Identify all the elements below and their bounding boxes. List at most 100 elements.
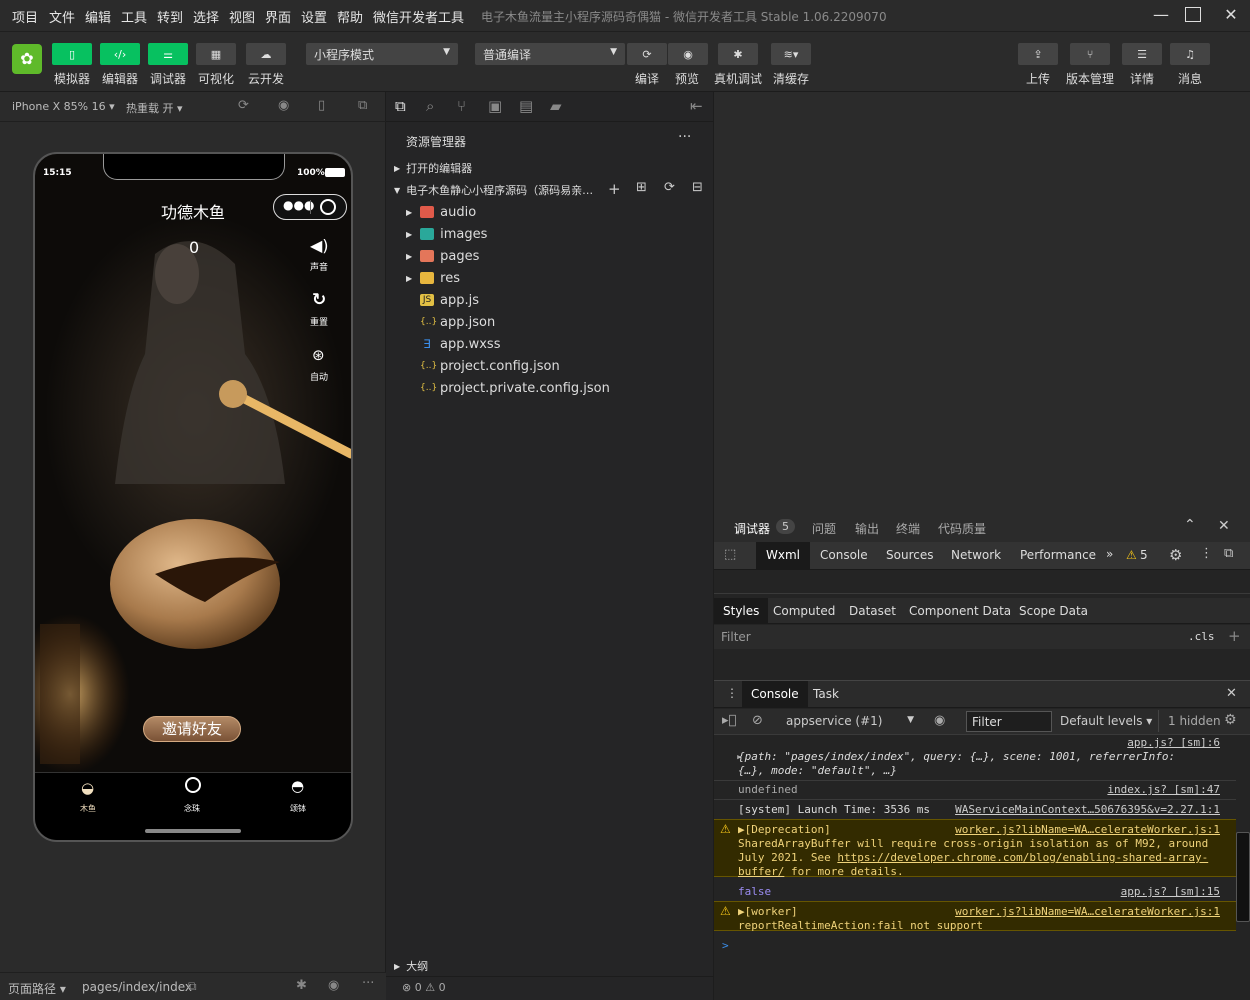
menu-goto[interactable]: 转到 — [157, 7, 183, 26]
minimize-button[interactable]: — — [1150, 5, 1172, 25]
bug-icon[interactable]: ✱ — [296, 978, 307, 993]
auto-icon[interactable]: ⊛ — [312, 346, 325, 364]
details-button[interactable]: ☰ — [1122, 43, 1162, 65]
source-control-icon[interactable]: ⑂ — [457, 97, 466, 115]
folder-pages[interactable]: ▶ pages — [406, 245, 479, 267]
page-path-label[interactable]: 页面路径 ▾ — [8, 980, 66, 997]
popout-icon[interactable]: ⧉ — [358, 98, 367, 113]
log-source[interactable]: WAServiceMainContext…50676395&v=2.27.1:1 — [955, 803, 1220, 816]
log-entry[interactable]: ▶[worker] — [738, 905, 798, 918]
search-icon[interactable]: ⌕ — [426, 97, 434, 115]
tab-debugger[interactable]: 调试器 — [734, 520, 770, 537]
files-icon[interactable]: ⧉ — [395, 97, 406, 115]
bowl-tab-icon[interactable]: ◓ — [291, 777, 304, 795]
scrollbar[interactable] — [1236, 832, 1250, 922]
menu-edit[interactable]: 编辑 — [85, 7, 111, 26]
beads-tab-icon[interactable] — [185, 777, 201, 793]
phone-icon[interactable]: ▯ — [318, 98, 325, 113]
visual-button[interactable]: ▦ — [196, 43, 236, 65]
compile-button[interactable]: ⟳ — [627, 43, 667, 65]
log-source[interactable]: worker.js?libName=WA…celerateWorker.js:1 — [955, 823, 1220, 836]
open-editors-section[interactable]: ▶ 打开的编辑器 — [394, 157, 472, 179]
file-app-js[interactable]: JS app.js — [420, 289, 479, 311]
file-app-wxss[interactable]: ∃ app.wxss — [420, 333, 500, 355]
sidebar-toggle-icon[interactable]: ▸⃞ — [722, 713, 736, 728]
preview-button[interactable]: ◉ — [668, 43, 708, 65]
gear-icon[interactable]: ⚙ — [1169, 546, 1182, 564]
upload-button[interactable]: ⇪ — [1018, 43, 1058, 65]
drawer-tab-task[interactable]: Task — [813, 687, 839, 701]
close-window-button[interactable]: ✕ — [1220, 5, 1242, 25]
chevron-up-icon[interactable]: ⌃ — [1184, 517, 1196, 533]
tab-woodfish[interactable]: 木鱼 — [80, 803, 96, 814]
compile-mode-select[interactable]: 普通编译 ▼ — [475, 43, 625, 65]
avatar[interactable]: ✿ — [12, 44, 42, 74]
stop-icon[interactable]: ◉ — [278, 98, 289, 113]
log-source[interactable]: worker.js?libName=WA…celerateWorker.js:1 — [955, 905, 1220, 918]
woodfish-tab-icon[interactable]: ◒ — [81, 779, 94, 797]
refresh-icon[interactable]: ⟳ — [664, 180, 675, 195]
console-filter-input[interactable]: Filter — [966, 711, 1052, 732]
gear-icon[interactable]: ⚙ — [1224, 712, 1237, 728]
outline-section[interactable]: ▶ 大纲 — [394, 955, 428, 977]
log-source[interactable]: app.js? [sm]:15 — [1121, 885, 1220, 898]
add-style-icon[interactable]: + — [1228, 627, 1241, 645]
close-icon[interactable]: ✕ — [1218, 518, 1230, 534]
menu-settings[interactable]: 设置 — [301, 7, 327, 26]
reset-icon[interactable]: ↻ — [312, 290, 326, 310]
levels-select[interactable]: Default levels ▾ — [1060, 714, 1152, 728]
more-icon[interactable]: ··· — [362, 976, 374, 991]
tab-console[interactable]: Console — [820, 548, 868, 562]
eye-icon[interactable]: ◉ — [934, 713, 945, 728]
layout-icon[interactable]: ▤ — [519, 97, 533, 115]
device-select[interactable]: iPhone X 85% 16 ▾ — [12, 100, 115, 113]
styles-filter-input[interactable]: Filter — [721, 630, 751, 644]
collapse-panel-icon[interactable]: ⇤ — [690, 97, 703, 115]
menu-interface[interactable]: 界面 — [265, 7, 291, 26]
tab-issues[interactable]: 问题 — [812, 520, 836, 537]
tab-terminal[interactable]: 终端 — [896, 520, 920, 537]
extensions-icon[interactable]: ▣ — [488, 97, 502, 115]
more-tabs-icon[interactable]: » — [1106, 547, 1113, 561]
menu-help[interactable]: 帮助 — [337, 7, 363, 26]
simulator-toggle-button[interactable]: ▯ — [52, 43, 92, 65]
eye-icon[interactable]: ◉ — [328, 978, 339, 993]
log-link[interactable]: buffer/ — [738, 865, 784, 878]
invite-friends-button[interactable]: 邀请好友 — [143, 716, 241, 742]
log-link[interactable]: https://developer.chrome.com/blog/enabli… — [837, 851, 1208, 864]
tab-performance[interactable]: Performance — [1020, 548, 1096, 562]
tab-wxml[interactable]: Wxml — [756, 542, 810, 570]
tab-beads[interactable]: 念珠 — [184, 803, 200, 814]
copy-icon[interactable]: ⧉ — [188, 979, 197, 994]
tab-styles[interactable]: Styles — [714, 598, 769, 624]
remote-debug-button[interactable]: ✱ — [718, 43, 758, 65]
speaker-icon[interactable]: ◀) — [310, 236, 329, 255]
cloud-button[interactable]: ☁ — [246, 43, 286, 65]
clear-console-icon[interactable]: ⊘ — [752, 713, 763, 728]
mode-select[interactable]: 小程序模式 ▼ — [306, 43, 458, 65]
console-prompt[interactable]: > — [722, 939, 729, 952]
messages-button[interactable]: ♫ — [1170, 43, 1210, 65]
tab-network[interactable]: Network — [951, 548, 1001, 562]
more-icon[interactable]: ··· — [678, 129, 691, 145]
menu-view[interactable]: 视图 — [229, 7, 255, 26]
collapse-all-icon[interactable]: ⊟ — [692, 180, 703, 195]
close-drawer-icon[interactable]: ✕ — [1226, 686, 1237, 701]
new-file-icon[interactable]: + — [608, 180, 621, 198]
project-root[interactable]: ▼ 电子木鱼静心小程序源码（源码易亲… — [394, 179, 593, 201]
drawer-tab-console[interactable]: Console — [742, 681, 808, 708]
editor-toggle-button[interactable]: ‹/› — [100, 43, 140, 65]
new-folder-icon[interactable]: ⊞ — [636, 180, 647, 195]
version-button[interactable]: ⑂ — [1070, 43, 1110, 65]
tab-output[interactable]: 输出 — [855, 520, 879, 537]
tab-computed[interactable]: Computed — [773, 604, 835, 618]
tab-component-data[interactable]: Component Data — [909, 604, 1011, 618]
hot-reload-select[interactable]: 热重载 开 ▾ — [126, 100, 183, 116]
file-project-private-config[interactable]: {..} project.private.config.json — [420, 377, 610, 399]
kebab-icon[interactable]: ⋮ — [726, 686, 738, 700]
inspect-icon[interactable]: ⬚ — [724, 547, 736, 562]
log-entry[interactable]: ▶[Deprecation] — [738, 823, 831, 836]
docker-icon[interactable]: ▰ — [550, 97, 562, 115]
tab-sources[interactable]: Sources — [886, 548, 933, 562]
warning-count[interactable]: 5 — [1140, 548, 1148, 562]
